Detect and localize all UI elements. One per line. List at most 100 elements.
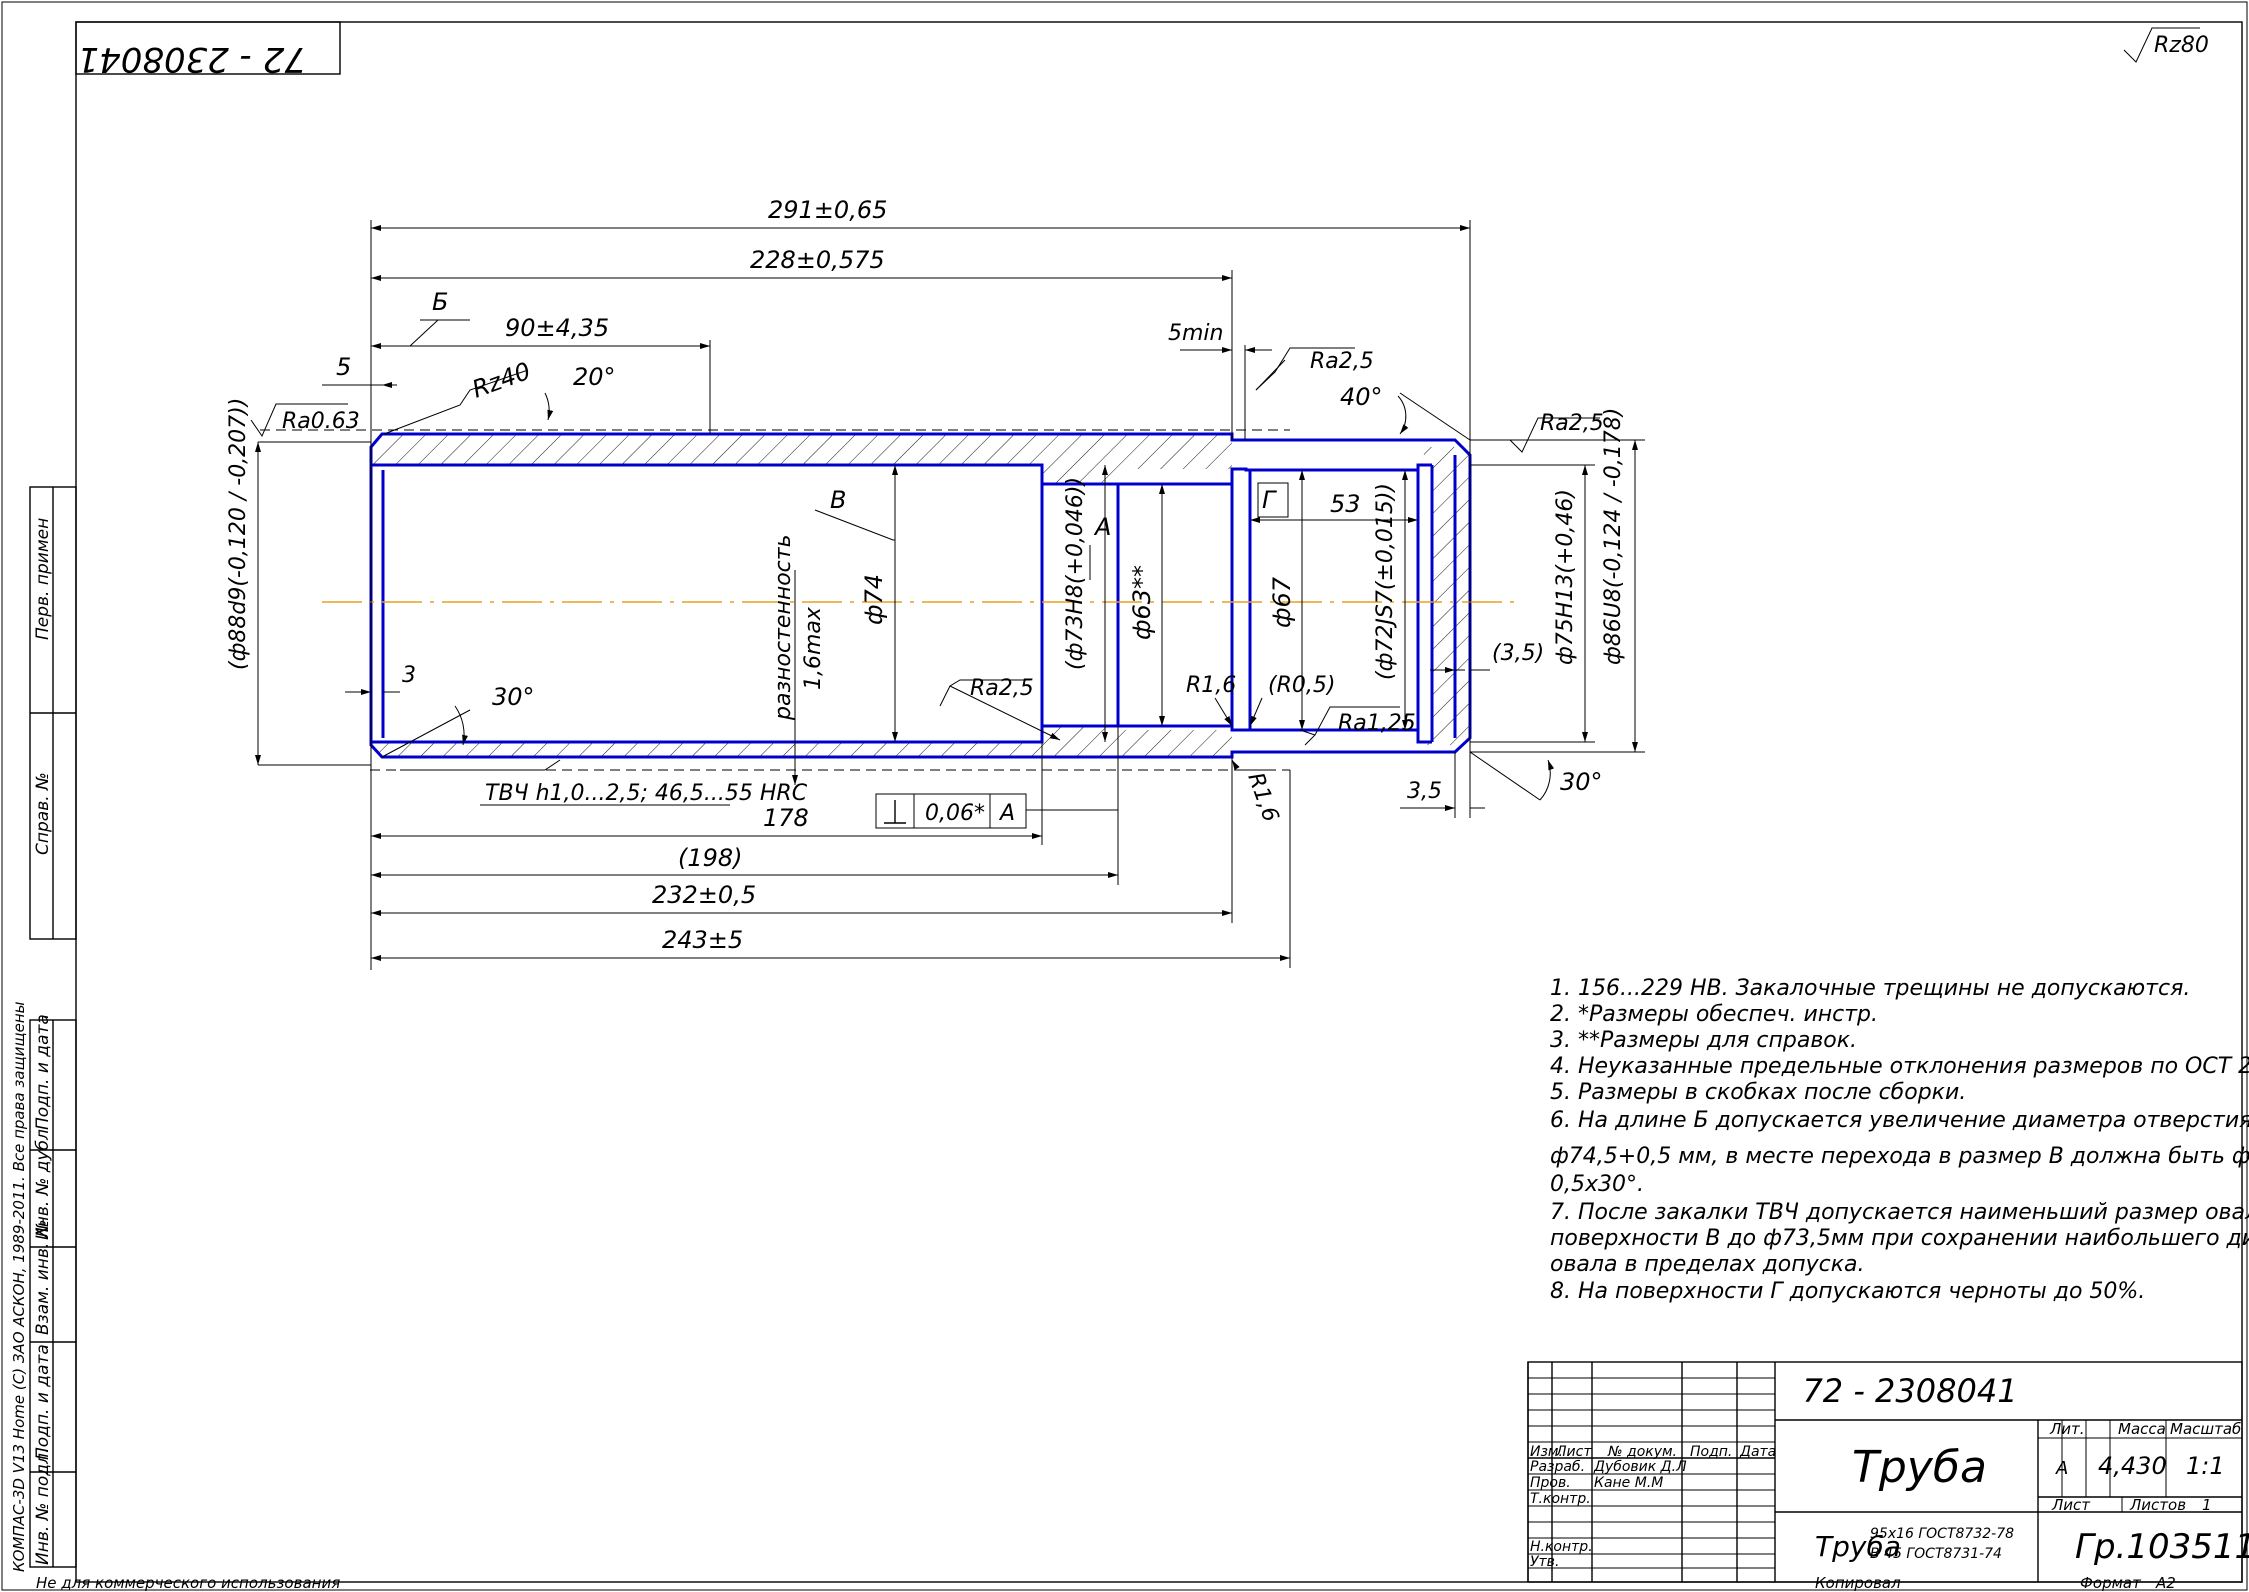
bore-contour-bottom bbox=[371, 724, 1432, 744]
wall-max-label: 1,6max bbox=[801, 606, 826, 690]
col-doc: № докум. bbox=[1607, 1444, 1677, 1460]
angle-20: 20° bbox=[573, 363, 616, 391]
top-wall-hatch bbox=[371, 434, 1232, 484]
r16-a: R1,6 bbox=[1186, 673, 1236, 698]
ra063-label: Ra0.63 bbox=[282, 409, 360, 434]
col-date: Дата bbox=[1739, 1444, 1776, 1460]
dim-53: 53 bbox=[1330, 490, 1361, 518]
note-8: 8. На поверхности Г допускаются черноты … bbox=[1550, 1279, 2145, 1304]
tb-material-line1: 95х16 ГОСТ8732-78 bbox=[1870, 1526, 2014, 1542]
perv-primen-label: Перв. примен bbox=[33, 518, 53, 640]
sheets-value: 1 bbox=[2202, 1496, 2212, 1514]
angle-30-right: 30° bbox=[1560, 768, 1603, 796]
name-razrab: Дубовик Д.Л bbox=[1593, 1459, 1687, 1475]
col-podp: Подп. bbox=[1690, 1444, 1732, 1460]
dim-dia-72: (ф72JS7(±0,015)) bbox=[1373, 483, 1398, 680]
dim-178: 178 bbox=[763, 804, 809, 832]
technical-notes: 1. 156...229 НВ. Закалочные трещины не д… bbox=[1550, 976, 2249, 1304]
sprav-no-label: Справ. № bbox=[33, 772, 53, 855]
note-6-line-3: 0,5х30°. bbox=[1550, 1172, 1644, 1197]
note-7: 7. После закалки ТВЧ допускается наимень… bbox=[1550, 1200, 2249, 1225]
copyright-label: КОМПАС-3D V13 Home (С) ЗАО АСКОН, 1989-2… bbox=[10, 1001, 28, 1572]
wall-variation-label: разностенность bbox=[771, 534, 796, 721]
angle-40: 40° bbox=[1340, 383, 1383, 411]
note-4: 4. Неуказанные предельные отклонения раз… bbox=[1550, 1054, 2249, 1079]
dim-198: (198) bbox=[678, 844, 743, 872]
label-a: А bbox=[1093, 513, 1111, 541]
note-7-line-2: поверхности В до ф73,5мм при сохранении … bbox=[1550, 1226, 2249, 1251]
format-label: Формат bbox=[2080, 1574, 2142, 1592]
podp-data-label-2: Подп. и дата bbox=[33, 1344, 53, 1460]
tol-datum: А bbox=[998, 801, 1015, 826]
ra125-label: Ra1,25 bbox=[1338, 711, 1416, 736]
note-2: 2. *Размеры обеспеч. инстр. bbox=[1550, 1002, 1878, 1027]
role-nkontr: Н.контр. bbox=[1530, 1539, 1593, 1555]
tb-doc-number: 72 - 2308041 bbox=[1802, 1372, 2017, 1410]
ra25-mid: Ra2,5 bbox=[970, 676, 1034, 701]
r05-label: (R0,5) bbox=[1268, 673, 1335, 698]
dim-dia-74: ф74 bbox=[860, 574, 888, 625]
tb-material-line2: В 45 ГОСТ8731-74 bbox=[1870, 1546, 2002, 1562]
name-prov: Кане М.М bbox=[1594, 1475, 1663, 1491]
vzam-inv-label: Взам. инв. № bbox=[33, 1220, 53, 1335]
note-5: 5. Размеры в скобках после сборки. bbox=[1550, 1080, 1966, 1105]
sheets-label: Листов bbox=[2129, 1496, 2186, 1514]
tb-name: Труба bbox=[1852, 1442, 1987, 1493]
note-6-line-2: ф74,5+0,5 мм, в месте перехода в размер … bbox=[1550, 1144, 2249, 1169]
role-prov: Пров. bbox=[1530, 1475, 1571, 1491]
dim-paren-35: (3,5) bbox=[1492, 641, 1544, 666]
svg-text:Rz80: Rz80 bbox=[2154, 33, 2209, 58]
inv-podl-label: Инв. № подл. bbox=[33, 1448, 53, 1565]
drawing-sheet: 72 - 2308041 Rz80 Перв. примен Справ. № … bbox=[1, 1, 2249, 1592]
mass-value: 4,430 bbox=[2098, 1452, 2167, 1480]
dim-243: 243±5 bbox=[662, 926, 743, 954]
sheet-label: Лист bbox=[2051, 1496, 2091, 1514]
dim-228: 228±0,575 bbox=[750, 246, 885, 274]
right-end-hatch bbox=[1418, 447, 1470, 745]
side-stamp: Перв. примен Справ. № Подп. и дата Инв. … bbox=[10, 486, 77, 1572]
ra25-right: Ra2,5 bbox=[1540, 411, 1604, 436]
dim-dia-73: (ф73H8(+0,046)) bbox=[1063, 477, 1088, 670]
sheet-frame bbox=[1, 1, 2248, 1591]
doc-number-rotated: 72 - 2308041 bbox=[77, 39, 306, 79]
ra25-top: Ra2,5 bbox=[1310, 349, 1374, 374]
label-v: В bbox=[830, 486, 846, 514]
r16-b: R1,6 bbox=[1242, 770, 1283, 826]
dim-5: 5 bbox=[336, 353, 351, 381]
role-tkontr: Т.контр. bbox=[1530, 1491, 1591, 1507]
dim-5min: 5min bbox=[1168, 321, 1223, 346]
dim-dia-75: ф75H13(+0,46) bbox=[1553, 489, 1578, 665]
format-value: A2 bbox=[2155, 1574, 2176, 1592]
label-g: Г bbox=[1262, 486, 1277, 514]
scale-value: 1:1 bbox=[2186, 1452, 2225, 1480]
note-1: 1. 156...229 НВ. Закалочные трещины не д… bbox=[1550, 976, 2190, 1001]
podp-data-label-1: Подп. и дата bbox=[33, 1014, 53, 1130]
note-7-line-3: овала в пределах допуска. bbox=[1550, 1252, 1865, 1277]
dim-dia-63: ф63** bbox=[1128, 565, 1156, 640]
lit-value: А bbox=[2055, 1458, 2068, 1479]
label-b: Б bbox=[432, 288, 448, 316]
tb-org: Гр.103511 bbox=[2075, 1527, 2249, 1567]
copied-label: Копировал bbox=[1815, 1574, 1901, 1592]
role-razrab: Разраб. bbox=[1530, 1459, 1585, 1475]
title-block: Изм. Лист № докум. Подп. Дата Разраб. Ду… bbox=[1527, 1361, 2249, 1583]
col-list: Лист bbox=[1555, 1444, 1592, 1460]
angle-30-left: 30° bbox=[492, 683, 535, 711]
hrc-note: ТВЧ h1,0...2,5; 46,5...55 HRC bbox=[485, 781, 808, 806]
tol-value: 0,06* bbox=[925, 801, 985, 826]
note-6: 6. На длине Б допускается увеличение диа… bbox=[1550, 1108, 2249, 1133]
pipe-section bbox=[260, 429, 1520, 771]
dim-dia-88: (ф88d9(-0,120 / -0,207)) bbox=[226, 398, 251, 670]
mass-header: Масса bbox=[2118, 1420, 2166, 1438]
not-commercial-label: Не для коммерческого использования bbox=[36, 1574, 340, 1592]
outer-contour bbox=[369, 432, 1472, 759]
dim-dia-86: ф86U8(-0,124 / -0,178) bbox=[1601, 408, 1626, 665]
dim-35: 3,5 bbox=[1407, 779, 1442, 804]
dim-overall-length: 291±0,65 bbox=[768, 196, 887, 224]
rz40-label: Rz40 bbox=[468, 357, 534, 404]
dim-dia-67: ф67 bbox=[1268, 576, 1296, 628]
dim-232: 232±0,5 bbox=[652, 881, 756, 909]
bore-contour-top bbox=[371, 463, 1432, 486]
dim-3: 3 bbox=[402, 663, 416, 688]
dim-90: 90±4,35 bbox=[505, 314, 609, 342]
